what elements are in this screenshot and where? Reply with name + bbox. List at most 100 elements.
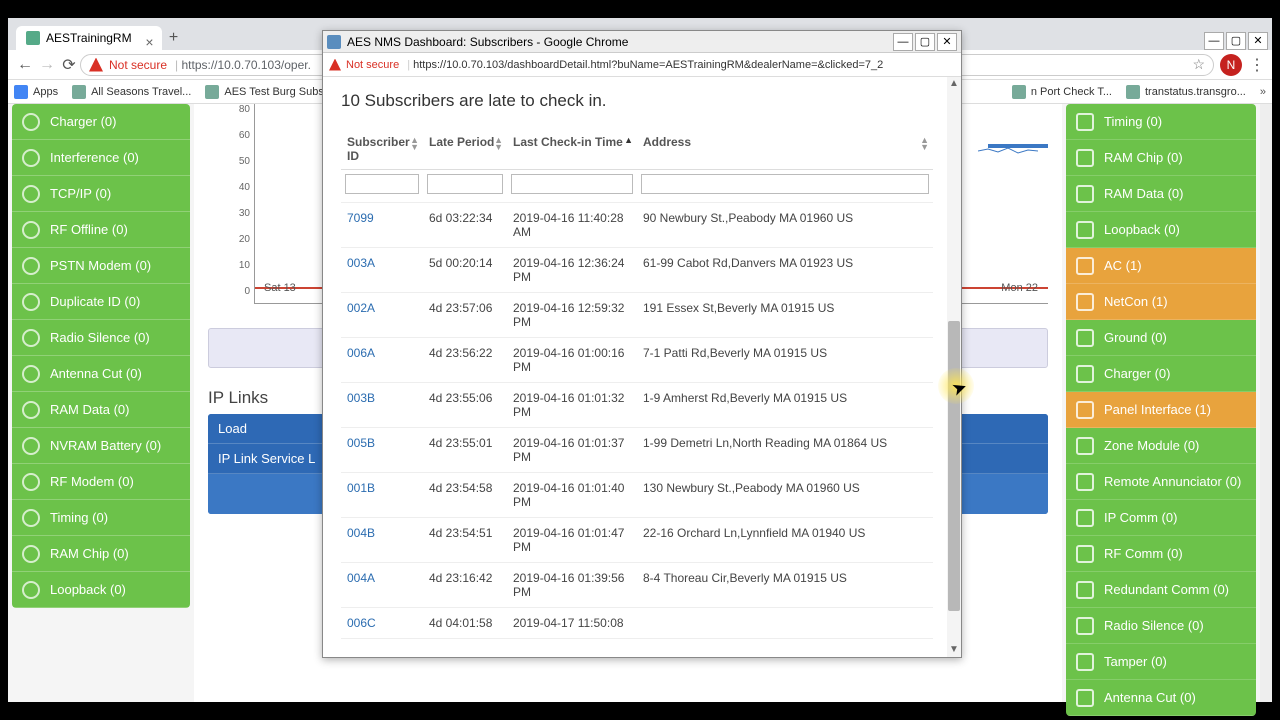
popup-url[interactable]: https://10.0.70.103/dashboardDetail.html… xyxy=(413,59,883,71)
left-sidebar-item[interactable]: Interference (0) xyxy=(12,140,190,176)
bookmark-item[interactable]: All Seasons Travel... xyxy=(72,85,191,99)
sidebar-item-label: PSTN Modem (0) xyxy=(50,258,151,273)
window-close-button[interactable]: ✕ xyxy=(1248,32,1268,50)
y-tick: 10 xyxy=(230,260,250,286)
cell-subscriber-id[interactable]: 003B xyxy=(341,383,423,428)
right-sidebar-item[interactable]: Remote Annunciator (0) xyxy=(1066,464,1256,500)
filter-last-checkin[interactable] xyxy=(511,174,633,194)
col-last-checkin[interactable]: Last Check-in Time ▲ xyxy=(507,129,637,170)
chart-x-label-left: Sat 13 xyxy=(264,282,296,294)
right-sidebar-item[interactable]: Ground (0) xyxy=(1066,320,1256,356)
left-sidebar-item[interactable]: Antenna Cut (0) xyxy=(12,356,190,392)
window-maximize-button[interactable]: ▢ xyxy=(1226,32,1246,50)
right-sidebar-item[interactable]: RAM Data (0) xyxy=(1066,176,1256,212)
left-sidebar-item[interactable]: Duplicate ID (0) xyxy=(12,284,190,320)
filter-address[interactable] xyxy=(641,174,929,194)
cell-address: 130 Newbury St.,Peabody MA 01960 US xyxy=(637,473,933,518)
right-sidebar-item[interactable]: RAM Chip (0) xyxy=(1066,140,1256,176)
filter-subscriber-id[interactable] xyxy=(345,174,419,194)
status-icon xyxy=(22,293,40,311)
sidebar-item-label: RAM Data (0) xyxy=(1104,186,1183,201)
cell-subscriber-id[interactable]: 004A xyxy=(341,563,423,608)
cell-subscriber-id[interactable]: 005B xyxy=(341,428,423,473)
y-tick: 20 xyxy=(230,234,250,260)
right-sidebar-item[interactable]: NetCon (1) xyxy=(1066,284,1256,320)
left-sidebar-item[interactable]: Timing (0) xyxy=(12,500,190,536)
right-sidebar-item[interactable]: Antenna Cut (0) xyxy=(1066,680,1256,716)
scroll-down-icon[interactable]: ▼ xyxy=(947,643,961,657)
left-sidebar-item[interactable]: PSTN Modem (0) xyxy=(12,248,190,284)
bookmark-item[interactable]: n Port Check T... xyxy=(1012,85,1112,99)
right-sidebar-item[interactable]: Charger (0) xyxy=(1066,356,1256,392)
sidebar-item-label: Timing (0) xyxy=(50,510,108,525)
bookmark-item[interactable]: transtatus.transgro... xyxy=(1126,85,1246,99)
right-sidebar-item[interactable]: Loopback (0) xyxy=(1066,212,1256,248)
page-scrollbar[interactable] xyxy=(1260,104,1272,702)
right-sidebar-item[interactable]: RF Comm (0) xyxy=(1066,536,1256,572)
left-sidebar-item[interactable]: Loopback (0) xyxy=(12,572,190,608)
status-icon xyxy=(22,509,40,527)
right-sidebar-item[interactable]: Tamper (0) xyxy=(1066,644,1256,680)
right-sidebar-item[interactable]: Radio Silence (0) xyxy=(1066,608,1256,644)
col-subscriber-id[interactable]: Subscriber ID▲▼ xyxy=(341,129,423,170)
left-sidebar-item[interactable]: NVRAM Battery (0) xyxy=(12,428,190,464)
status-icon xyxy=(1076,329,1094,347)
omnibox-url: https://10.0.70.103/oper. xyxy=(181,58,310,72)
cell-subscriber-id[interactable]: 004B xyxy=(341,518,423,563)
cell-address: 1-99 Demetri Ln,North Reading MA 01864 U… xyxy=(637,428,933,473)
bookmark-star-icon[interactable]: ☆ xyxy=(1192,56,1205,73)
filter-late-period[interactable] xyxy=(427,174,503,194)
popup-minimize-button[interactable]: — xyxy=(893,33,913,51)
popup-maximize-button[interactable]: ▢ xyxy=(915,33,935,51)
nav-forward-button[interactable]: → xyxy=(36,56,58,74)
browser-tab[interactable]: AESTrainingRM × xyxy=(16,26,162,50)
apps-shortcut[interactable]: Apps xyxy=(14,85,58,99)
cell-subscriber-id[interactable]: 006C xyxy=(341,608,423,639)
left-sidebar-item[interactable]: Charger (0) xyxy=(12,104,190,140)
right-sidebar-item[interactable]: AC (1) xyxy=(1066,248,1256,284)
profile-avatar[interactable]: N xyxy=(1220,54,1242,76)
cell-late-period: 4d 04:01:58 xyxy=(423,608,507,639)
popup-scrollbar[interactable]: ▲ ▼ xyxy=(947,77,961,657)
status-icon xyxy=(1076,581,1094,599)
popup-close-button[interactable]: ✕ xyxy=(937,33,957,51)
cell-late-period: 4d 23:54:58 xyxy=(423,473,507,518)
bookmark-item[interactable]: AES Test Burg Subs... xyxy=(205,85,333,99)
new-tab-button[interactable]: + xyxy=(162,26,186,50)
status-icon xyxy=(1076,293,1094,311)
scroll-up-icon[interactable]: ▲ xyxy=(947,77,961,91)
right-sidebar-item[interactable]: IP Comm (0) xyxy=(1066,500,1256,536)
left-sidebar-item[interactable]: RAM Chip (0) xyxy=(12,536,190,572)
left-sidebar-item[interactable]: TCP/IP (0) xyxy=(12,176,190,212)
col-address[interactable]: Address▲▼ xyxy=(637,129,933,170)
col-late-period[interactable]: Late Period▲▼ xyxy=(423,129,507,170)
left-sidebar-item[interactable]: Radio Silence (0) xyxy=(12,320,190,356)
right-sidebar-item[interactable]: Zone Module (0) xyxy=(1066,428,1256,464)
right-sidebar-item[interactable]: Panel Interface (1) xyxy=(1066,392,1256,428)
cell-subscriber-id[interactable]: 7099 xyxy=(341,203,423,248)
table-row: 006C4d 04:01:582019-04-17 11:50:08 xyxy=(341,608,933,639)
cell-subscriber-id[interactable]: 003A xyxy=(341,248,423,293)
bookmarks-overflow[interactable]: » xyxy=(1260,86,1266,98)
nav-back-button[interactable]: ← xyxy=(14,56,36,74)
cell-late-period: 4d 23:55:06 xyxy=(423,383,507,428)
window-minimize-button[interactable]: — xyxy=(1204,32,1224,50)
cell-late-period: 4d 23:57:06 xyxy=(423,293,507,338)
right-sidebar-item[interactable]: Timing (0) xyxy=(1066,104,1256,140)
cell-subscriber-id[interactable]: 002A xyxy=(341,293,423,338)
cell-subscriber-id[interactable]: 006A xyxy=(341,338,423,383)
right-sidebar-item[interactable]: Redundant Comm (0) xyxy=(1066,572,1256,608)
warning-icon xyxy=(329,59,341,71)
cell-late-period: 4d 23:56:22 xyxy=(423,338,507,383)
cell-last-checkin: 2019-04-16 11:40:28 AM xyxy=(507,203,637,248)
subscribers-table: Subscriber ID▲▼ Late Period▲▼ Last Check… xyxy=(341,129,933,639)
left-sidebar-item[interactable]: RAM Data (0) xyxy=(12,392,190,428)
cell-subscriber-id[interactable]: 001B xyxy=(341,473,423,518)
status-icon xyxy=(22,149,40,167)
left-sidebar-item[interactable]: RF Modem (0) xyxy=(12,464,190,500)
browser-menu-button[interactable]: ⋮ xyxy=(1248,55,1266,75)
scroll-thumb[interactable] xyxy=(948,321,960,611)
sidebar-item-label: TCP/IP (0) xyxy=(50,186,111,201)
nav-reload-button[interactable]: ⟳ xyxy=(58,55,80,75)
left-sidebar-item[interactable]: RF Offline (0) xyxy=(12,212,190,248)
